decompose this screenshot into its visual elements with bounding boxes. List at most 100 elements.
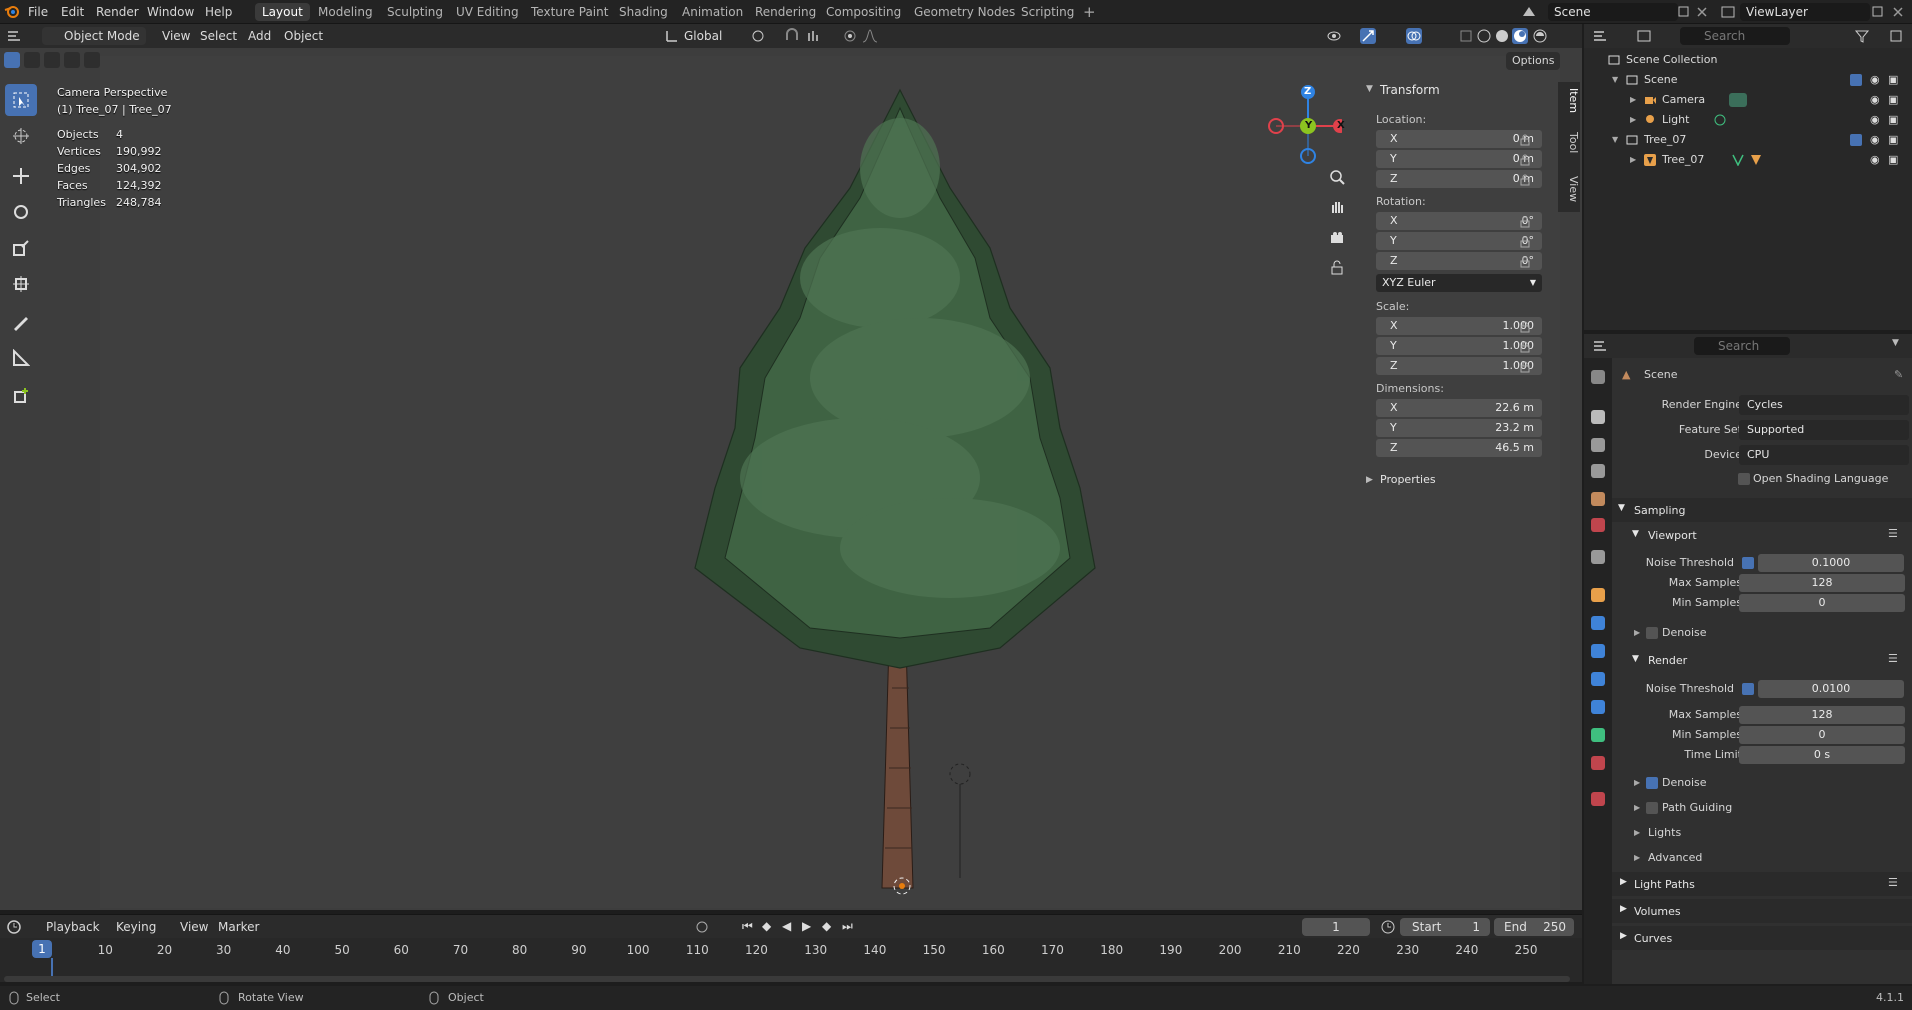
lock-icon[interactable] [1519,174,1531,186]
end-frame-field[interactable]: End 250 [1494,918,1574,936]
solid-shading-icon[interactable] [1494,28,1510,44]
constraints-tab-icon[interactable] [1591,700,1605,714]
camera-render-icon[interactable]: ▣ [1888,130,1898,150]
time-limit-field[interactable]: 0 s [1739,746,1905,764]
r-min-field[interactable]: 0 [1739,726,1905,744]
wireframe-shading-icon[interactable] [1476,28,1492,44]
rotation-z-field[interactable]: Z 0° [1376,252,1542,270]
view-layer-tab-icon[interactable] [1591,464,1605,478]
lock-icon[interactable] [1519,154,1531,166]
pivot-icon[interactable] [750,28,766,44]
start-frame-field[interactable]: Start 1 [1400,918,1490,936]
select-mode-invert[interactable] [64,52,80,68]
close-icon[interactable] [1890,4,1906,20]
texture-tab-icon[interactable] [1591,792,1605,806]
3d-viewport[interactable]: Z Y X Options [0,48,1582,910]
snap-icon[interactable] [784,28,800,44]
location-x-field[interactable]: X0 m [1376,130,1542,148]
marker-menu[interactable]: Marker [218,918,259,936]
camera-view-icon[interactable] [1329,230,1345,246]
r-noise-field[interactable]: 0.0100 [1758,680,1904,698]
display-mode-icon[interactable] [1636,28,1652,44]
scene-tab-icon[interactable] [1591,492,1605,506]
osl-checkbox[interactable] [1738,473,1750,485]
data-tab-icon[interactable] [1591,728,1605,742]
select-box-tool[interactable] [5,84,37,116]
location-y-field[interactable]: Y0 m [1376,150,1542,168]
tab-view[interactable]: View [1560,176,1580,202]
lock-icon[interactable] [1519,321,1531,333]
dimensions-x-field[interactable]: X 22.6 m [1376,399,1542,417]
view-layer-selector[interactable]: ViewLayer [1740,3,1870,21]
expand-chevron-icon[interactable]: ▶ [1366,475,1373,485]
menu-select[interactable]: Select [200,27,237,45]
copy-view-layer-icon[interactable] [1870,4,1886,20]
rotation-mode-dropdown[interactable]: XYZ Euler ▼ [1376,274,1542,292]
eye-icon[interactable]: ◉ [1870,90,1880,110]
r-denoise-checkbox[interactable] [1646,777,1658,789]
workspace-tab-modeling[interactable]: Modeling [311,3,380,21]
workspace-tab-sculpting[interactable]: Sculpting [380,3,450,21]
select-mode-intersect[interactable] [84,52,100,68]
editor-type-icon[interactable] [1592,338,1608,354]
render-subsection-header[interactable]: Render [1648,654,1687,667]
clock-icon[interactable] [6,919,22,935]
include-checkbox[interactable] [1850,134,1862,146]
lock-icon[interactable] [1519,216,1531,228]
dimensions-y-field[interactable]: Y 23.2 m [1376,419,1542,437]
playback-menu[interactable]: Playback [46,918,100,936]
add-cube-tool[interactable] [5,380,37,412]
tab-item[interactable]: Item [1560,88,1580,113]
menu-view[interactable]: View [162,27,190,45]
play-reverse-icon[interactable]: ◀ [782,919,791,933]
next-keyframe-icon[interactable]: ◆ [822,919,831,933]
camera-render-icon[interactable]: ▣ [1888,70,1898,90]
menu-render[interactable]: Render [96,3,139,21]
scene-selector[interactable]: Scene [1548,3,1678,21]
viewport-subsection-header[interactable]: Viewport [1648,529,1697,542]
menu-object[interactable]: Object [284,27,323,45]
outliner-row-camera[interactable]: ▶ Camera ◉ ▣ [1584,90,1912,110]
jump-end-icon[interactable]: ⏭ [842,919,853,934]
outliner-search[interactable]: Search [1680,27,1790,45]
location-z-field[interactable]: Z0 m [1376,170,1542,188]
overlays-icon[interactable] [1406,28,1422,44]
cursor-tool[interactable] [5,120,37,152]
advanced-row[interactable]: ▶ Advanced [1612,847,1912,869]
scale-y-field[interactable]: Y 1.000 [1376,337,1542,355]
workspace-tab-uv-editing[interactable]: UV Editing [449,3,526,21]
workspace-tab-shading[interactable]: Shading [612,3,675,21]
chevron-right-icon[interactable]: ▶ [1630,110,1636,130]
camera-render-icon[interactable]: ▣ [1888,150,1898,170]
menu-edit[interactable]: Edit [61,3,84,21]
add-workspace-button[interactable]: + [1083,3,1096,21]
lock-icon[interactable] [1329,260,1345,276]
collapse-chevron-icon[interactable]: ▼ [1366,84,1373,94]
playhead[interactable]: 1 [32,940,52,958]
preview-range-icon[interactable] [1380,919,1396,935]
camera-render-icon[interactable]: ▣ [1888,110,1898,130]
visibility-icon[interactable] [1326,28,1342,44]
path-guiding-checkbox[interactable] [1646,802,1658,814]
lock-icon[interactable] [1519,341,1531,353]
editor-type-icon[interactable] [1592,28,1608,44]
menu-add[interactable]: Add [248,27,271,45]
lock-icon[interactable] [1519,134,1531,146]
particles-tab-icon[interactable] [1591,644,1605,658]
copy-scene-icon[interactable] [1676,4,1692,20]
menu-file[interactable]: File [28,3,48,21]
tab-tool[interactable]: Tool [1560,132,1580,153]
properties-subpanel[interactable]: Properties [1380,473,1436,486]
menu-window[interactable]: Window [147,3,194,21]
chevron-right-icon[interactable]: ▶ [1630,150,1636,170]
editor-type-icon[interactable] [6,28,22,44]
chevron-down-icon[interactable]: ▼ [1618,503,1625,513]
physics-tab-icon[interactable] [1591,672,1605,686]
timeline-view-menu[interactable]: View [180,918,208,936]
list-menu-icon[interactable]: ☰ [1888,876,1898,889]
timeline-scrollbar[interactable] [4,976,1570,982]
object-tab-icon[interactable] [1591,588,1605,602]
outliner-row-tree-collection[interactable]: ▼ Tree_07 ◉ ▣ [1584,130,1912,150]
render-engine-dropdown[interactable]: Cycles [1739,395,1909,415]
chevron-down-icon[interactable]: ▼ [1612,130,1618,150]
